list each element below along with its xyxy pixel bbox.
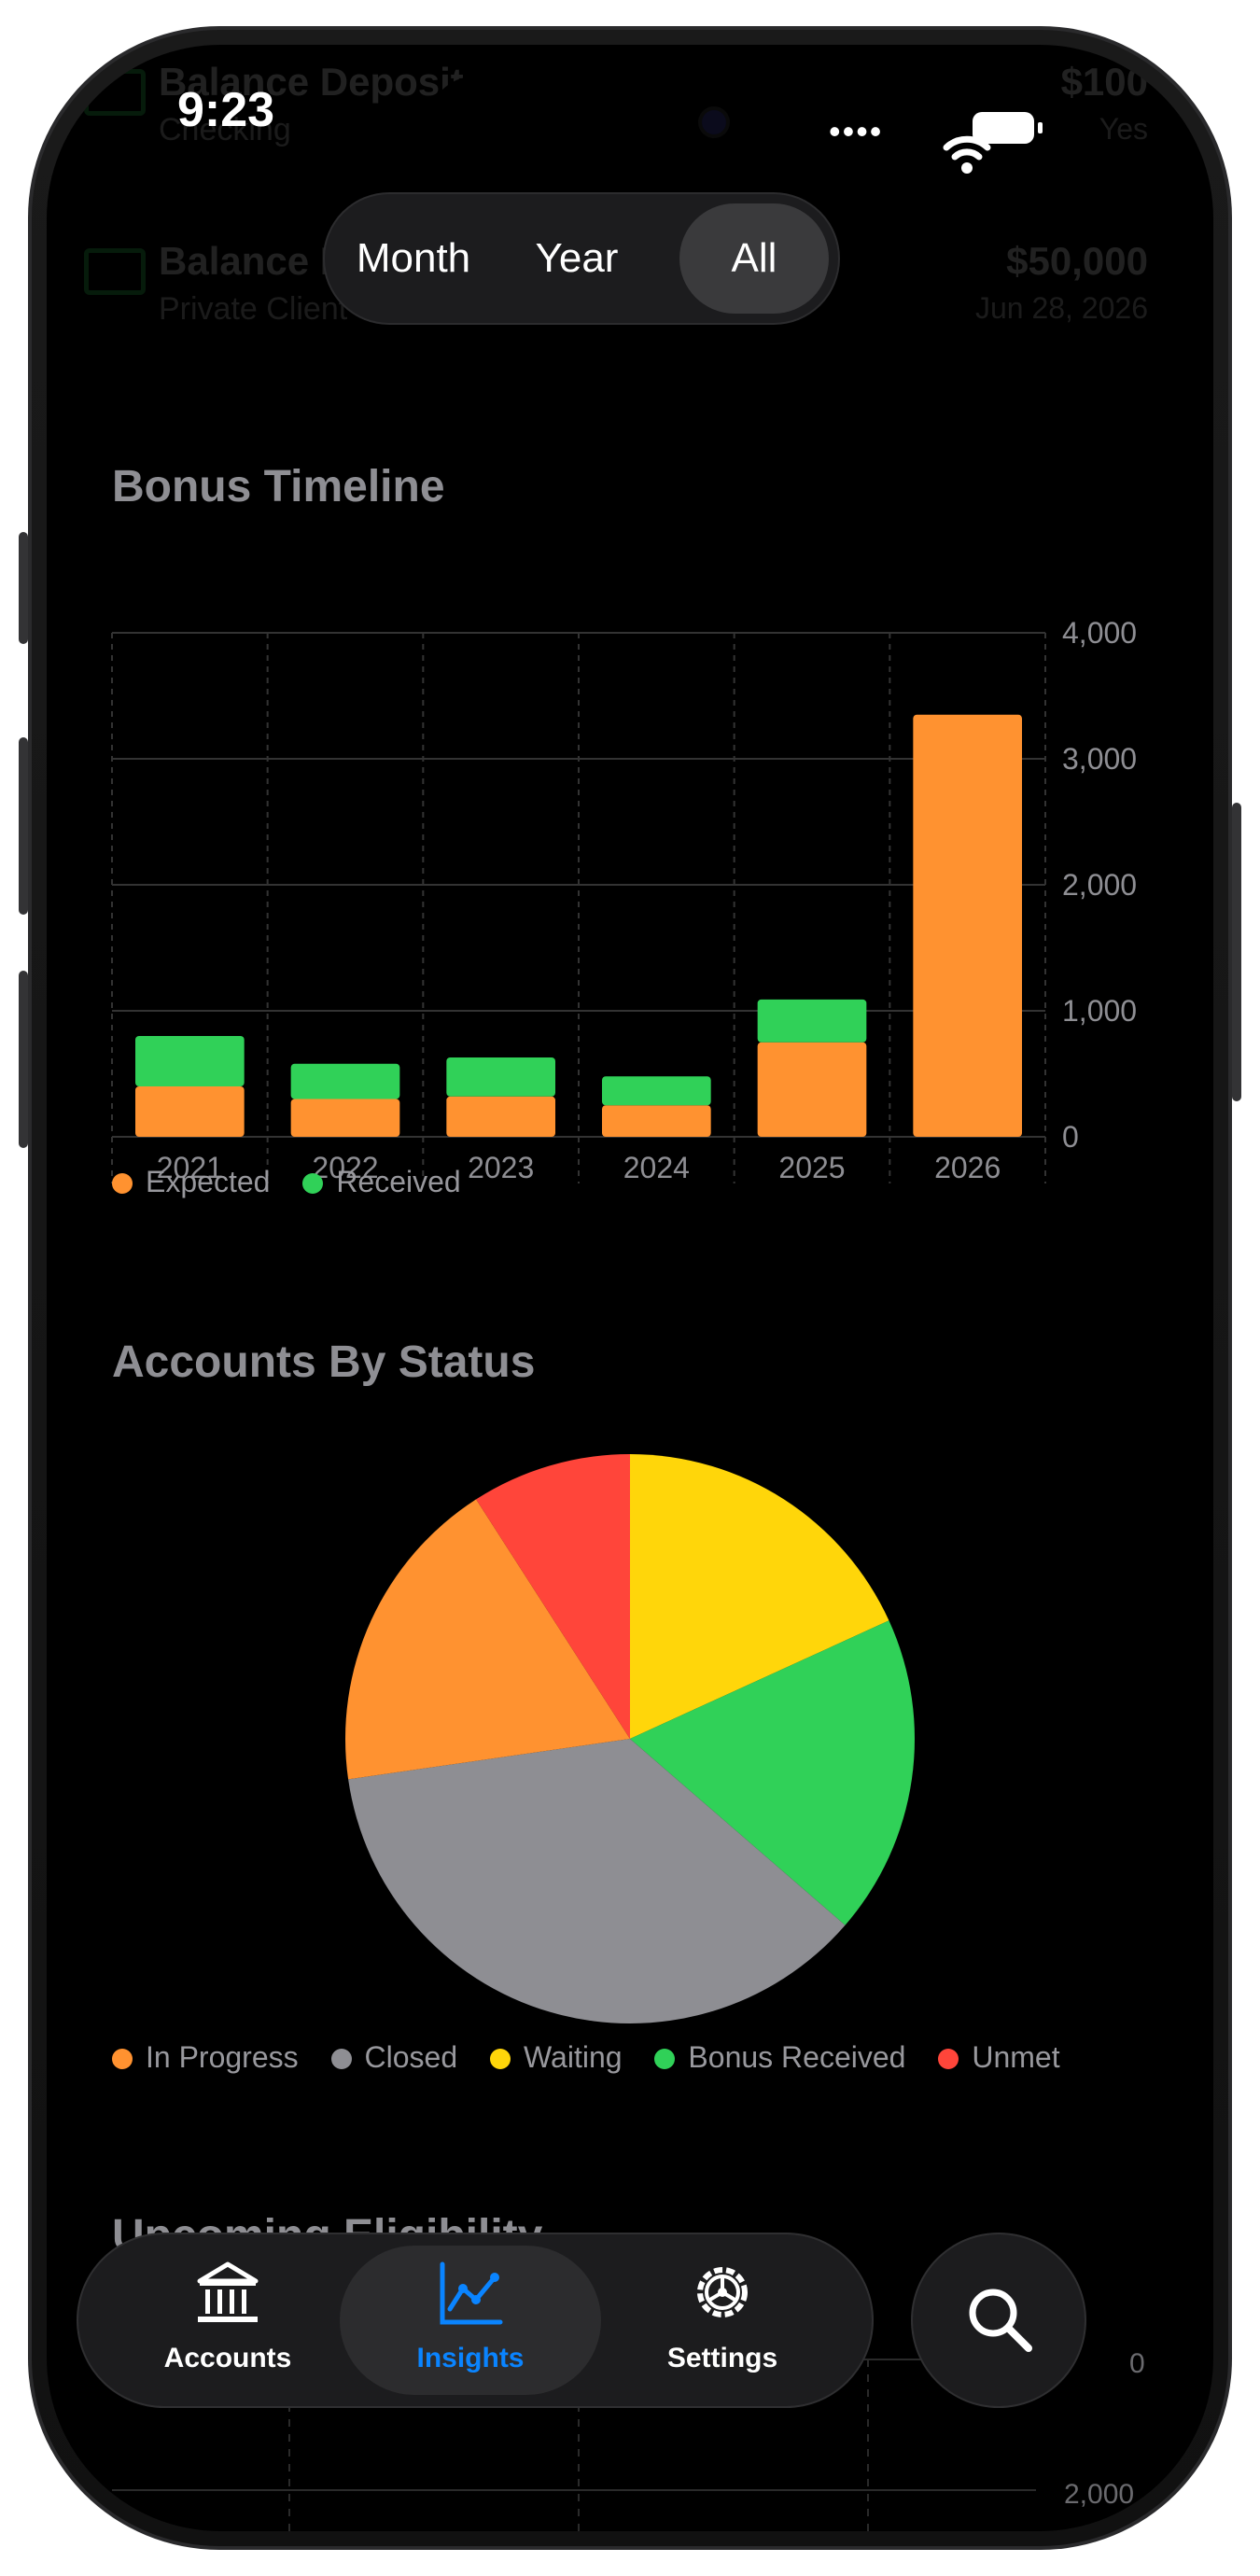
segment-month[interactable]: Month	[334, 194, 493, 323]
bonus-timeline-chart: 01,0002,0003,0004,0002021 2022 2023 2024 202…	[111, 616, 1137, 1184]
accounts-by-status-legend: In Progress Closed Waiting Bonus Receive…	[112, 2040, 1085, 2075]
search-icon	[969, 2289, 1032, 2352]
bar-received-2025	[757, 999, 867, 1043]
legend-in-progress-label: In Progress	[146, 2040, 299, 2074]
legend-bonus-received: Bonus Received	[654, 2040, 905, 2074]
bar-expected-2023	[446, 1096, 555, 1137]
app-screen: Balance Deposit Checking $100 Yes Balanc…	[47, 45, 1213, 2531]
in-progress-swatch	[112, 2049, 133, 2069]
y-tick-label: 4,000	[1062, 616, 1137, 650]
legend-closed: Closed	[330, 2040, 458, 2074]
volume-up-button	[19, 737, 28, 915]
eligibility-tick-label: 2,000	[1064, 2479, 1134, 2510]
legend-unmet: Unmet	[938, 2040, 1060, 2074]
tab-settings[interactable]: Settings	[592, 2234, 853, 2406]
closed-swatch	[330, 2049, 352, 2069]
bar-received-2023	[446, 1057, 555, 1097]
bonus-timeline-legend: Expected Received	[112, 1165, 485, 1199]
unmet-swatch	[938, 2049, 959, 2069]
bar-expected-2021	[135, 1086, 245, 1137]
battery-icon	[973, 112, 1043, 144]
gear-icon	[697, 2267, 748, 2317]
tab-settings-label: Settings	[666, 2343, 778, 2373]
bank-icon	[197, 2261, 259, 2322]
received-swatch	[302, 1173, 324, 1194]
legend-received: Received	[302, 1165, 461, 1198]
chart-line-icon	[440, 2261, 503, 2325]
segment-all[interactable]: All	[679, 203, 829, 314]
legend-waiting: Waiting	[490, 2040, 623, 2074]
bar-received-2021	[135, 1036, 245, 1086]
bar-received-2024	[602, 1076, 711, 1106]
signal-icon: ••••	[829, 112, 884, 150]
action-button	[19, 532, 28, 644]
tab-bar: Accounts Insights Settings	[78, 2234, 872, 2406]
list-item-amount: $100	[1060, 60, 1148, 104]
x-tick-label: 2024	[623, 1151, 690, 1184]
expected-swatch	[112, 1173, 133, 1194]
legend-in-progress: In Progress	[112, 2040, 299, 2074]
waiting-swatch	[490, 2049, 511, 2069]
bar-received-2022	[290, 1063, 400, 1099]
y-tick-label: 3,000	[1062, 742, 1137, 776]
list-item-date: Jun 28, 2026	[974, 291, 1148, 325]
bonus-timeline-title: Bonus Timeline	[112, 462, 445, 511]
bar-expected-2024	[602, 1105, 711, 1137]
period-segmented-control: Month Year All	[325, 194, 838, 323]
dynamic-island	[429, 77, 737, 166]
side-button	[1232, 803, 1241, 1101]
legend-closed-label: Closed	[364, 2040, 458, 2074]
accounts-by-status-chart	[345, 1454, 915, 2023]
list-item-date: Yes	[1099, 112, 1148, 146]
legend-expected: Expected	[112, 1165, 270, 1198]
x-tick-label: 2026	[934, 1151, 1001, 1184]
segment-year[interactable]: Year	[497, 194, 656, 323]
deposit-icon	[84, 248, 146, 295]
y-tick-label: 2,000	[1062, 868, 1137, 902]
list-item-amount: $50,000	[1006, 239, 1148, 283]
x-tick-label: 2025	[778, 1151, 845, 1184]
deposit-icon	[84, 69, 146, 116]
tab-insights[interactable]: Insights	[340, 2246, 601, 2395]
status-time: 9:23	[177, 83, 275, 137]
search-button[interactable]	[913, 2234, 1085, 2406]
bar-expected-2022	[290, 1099, 400, 1137]
bonus-received-swatch	[654, 2049, 676, 2069]
y-tick-label: 1,000	[1062, 994, 1137, 1028]
legend-expected-label: Expected	[146, 1165, 271, 1198]
legend-bonus-received-label: Bonus Received	[688, 2040, 906, 2074]
legend-waiting-label: Waiting	[524, 2040, 623, 2074]
eligibility-tick-label: 0	[1129, 2348, 1145, 2379]
accounts-by-status-title: Accounts By Status	[112, 1337, 536, 1387]
tab-accounts-label: Accounts	[163, 2343, 292, 2373]
camera-icon	[702, 110, 726, 134]
volume-down-button	[19, 971, 28, 1148]
legend-received-label: Received	[336, 1165, 461, 1198]
y-tick-label: 0	[1062, 1120, 1079, 1154]
bar-expected-2026	[913, 714, 1022, 1137]
legend-unmet-label: Unmet	[972, 2040, 1060, 2074]
tab-accounts[interactable]: Accounts	[97, 2234, 358, 2406]
bar-expected-2025	[757, 1042, 867, 1137]
tab-insights-label: Insights	[416, 2343, 525, 2373]
